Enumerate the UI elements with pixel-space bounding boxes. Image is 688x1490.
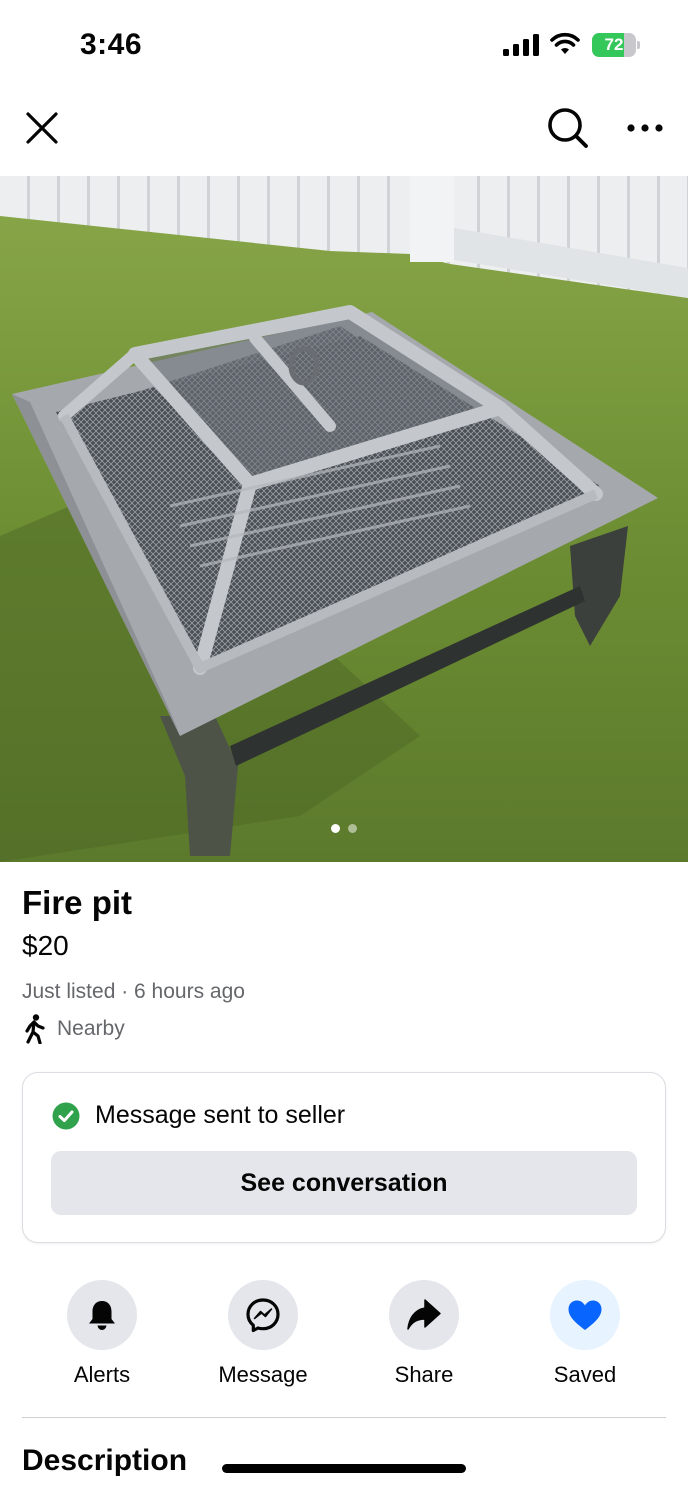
- top-nav-bar: [0, 90, 688, 176]
- battery-icon: 72: [592, 33, 640, 57]
- location-label: Nearby: [57, 1017, 125, 1040]
- battery-percent: 72: [604, 35, 624, 54]
- share-button[interactable]: [389, 1280, 459, 1350]
- check-circle-icon: [52, 1102, 80, 1130]
- saved-action[interactable]: Saved: [505, 1278, 665, 1398]
- close-icon[interactable]: [24, 110, 60, 146]
- message-status-text: Message sent to seller: [95, 1101, 346, 1129]
- wifi-icon: [550, 32, 580, 54]
- saved-label: Saved: [553, 1362, 617, 1387]
- listing-photo[interactable]: [0, 176, 688, 862]
- cellular-signal-icon: [503, 34, 539, 56]
- message-sent-card: Message sent to seller See conversation: [22, 1072, 666, 1243]
- action-bar: Alerts Message Share Saved: [0, 1278, 688, 1398]
- location-row: Nearby: [22, 1014, 125, 1044]
- listing-price: $20: [22, 930, 69, 961]
- pagination-dot-active: [331, 824, 340, 833]
- share-action[interactable]: Share: [344, 1278, 504, 1398]
- listed-time: Just listed · 6 hours ago: [22, 980, 245, 1003]
- alerts-label: Alerts: [73, 1362, 131, 1387]
- section-divider: [22, 1417, 666, 1418]
- status-time: 3:46: [80, 28, 143, 61]
- alerts-button[interactable]: [67, 1280, 137, 1350]
- fire-pit-photo-illustration: [0, 176, 688, 862]
- alerts-action[interactable]: Alerts: [22, 1278, 182, 1398]
- share-label: Share: [394, 1362, 454, 1387]
- share-arrow-icon: [407, 1299, 441, 1330]
- more-horizontal-icon[interactable]: [626, 115, 664, 141]
- home-indicator[interactable]: [222, 1464, 466, 1473]
- saved-button[interactable]: [550, 1280, 620, 1350]
- heart-icon: [568, 1300, 602, 1330]
- status-bar: 3:46 72: [0, 0, 688, 90]
- messenger-icon: [246, 1298, 280, 1333]
- message-button[interactable]: [228, 1280, 298, 1350]
- bell-icon: [89, 1301, 115, 1330]
- walking-person-icon: [25, 1014, 45, 1044]
- message-action[interactable]: Message: [183, 1278, 343, 1398]
- listing-title: Fire pit: [22, 884, 133, 921]
- pagination-dot: [348, 824, 357, 833]
- see-conversation-button[interactable]: See conversation: [51, 1151, 637, 1215]
- photo-pagination: [0, 824, 688, 836]
- search-icon[interactable]: [546, 106, 590, 150]
- description-heading: Description: [22, 1444, 188, 1477]
- message-label: Message: [218, 1362, 308, 1387]
